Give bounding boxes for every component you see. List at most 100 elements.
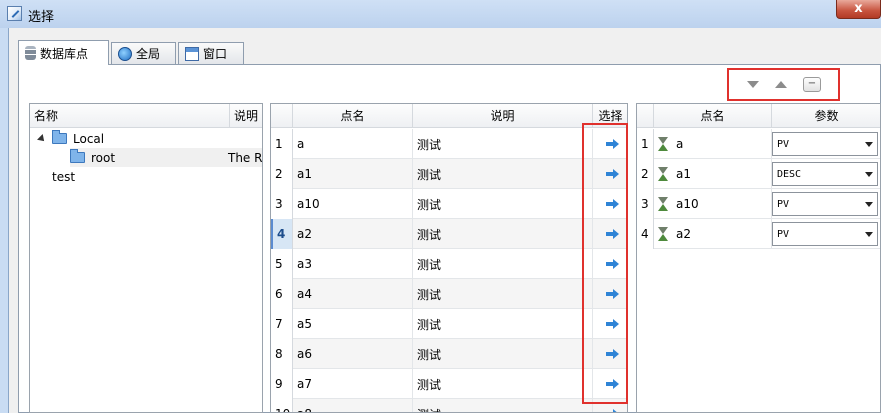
row-number[interactable]: 3 — [271, 189, 293, 219]
row-header-corner — [271, 104, 293, 128]
table-row[interactable]: 2 a1 测试 — [271, 159, 627, 189]
window-title: 选择 — [28, 10, 55, 25]
window-icon — [185, 46, 199, 61]
point-status-icon — [658, 137, 669, 151]
move-up-button[interactable] — [775, 81, 787, 88]
cell-point-name[interactable]: a5 — [293, 309, 413, 339]
table-row[interactable]: 3 a10 测试 — [271, 189, 627, 219]
row-number[interactable]: 1 — [271, 129, 293, 159]
table-row[interactable]: 7 a5 测试 — [271, 309, 627, 339]
table-row[interactable]: 4 a2 测试 — [271, 219, 627, 249]
parameter-select[interactable]: PV — [772, 132, 878, 156]
row-number[interactable]: 10 — [271, 399, 293, 412]
cell-point-name[interactable]: a4 — [293, 279, 413, 309]
table-row[interactable]: 5 a3 测试 — [271, 249, 627, 279]
row-number[interactable]: 2 — [637, 159, 654, 189]
chevron-down-icon[interactable] — [865, 232, 873, 237]
tab-database-points[interactable]: 数据库点 — [18, 40, 109, 65]
expand-arrow-icon[interactable] — [37, 133, 47, 144]
parameter-value: PV — [777, 228, 790, 240]
table-row[interactable]: 9 a7 测试 — [271, 369, 627, 399]
remove-button[interactable]: − — [803, 77, 821, 92]
table-row[interactable]: 1 a 测试 — [271, 129, 627, 159]
point-status-icon — [658, 197, 669, 211]
tree-node-test[interactable]: test — [52, 167, 75, 186]
cell-point-name[interactable]: a6 — [293, 339, 413, 369]
parameter-value: DESC — [777, 168, 802, 180]
row-number[interactable]: 9 — [271, 369, 293, 399]
tree-node-label: root — [91, 150, 116, 165]
table-row[interactable]: 6 a4 测试 — [271, 279, 627, 309]
point-name-label: a10 — [676, 197, 699, 211]
cell-description[interactable]: 测试 — [413, 159, 593, 189]
point-name-label: a1 — [676, 167, 691, 181]
parameter-select[interactable]: PV — [772, 192, 878, 216]
chevron-down-icon[interactable] — [865, 142, 873, 147]
point-status-icon — [658, 167, 669, 181]
app-icon — [7, 6, 22, 21]
cell-point-name[interactable]: a — [654, 129, 772, 159]
table-row[interactable]: 4 a2 PV — [637, 219, 880, 249]
cell-point-name[interactable]: a10 — [293, 189, 413, 219]
add-arrow-icon[interactable] — [606, 409, 620, 412]
cell-point-name[interactable]: a2 — [654, 219, 772, 249]
cell-description[interactable]: 测试 — [413, 279, 593, 309]
point-name-label: a — [676, 137, 684, 151]
row-number[interactable]: 2 — [271, 159, 293, 189]
tree-node-local[interactable]: Local — [37, 129, 104, 148]
table-row[interactable]: 8 a6 测试 — [271, 339, 627, 369]
tree-header-name[interactable]: 名称 — [30, 104, 230, 128]
cell-point-name[interactable]: a1 — [293, 159, 413, 189]
row-number[interactable]: 7 — [271, 309, 293, 339]
cell-point-name[interactable]: a1 — [654, 159, 772, 189]
row-number[interactable]: 5 — [271, 249, 293, 279]
tree-node-label: test — [52, 169, 76, 184]
column-header-point-name[interactable]: 点名 — [293, 104, 413, 128]
cell-point-name[interactable]: a7 — [293, 369, 413, 399]
tab-global[interactable]: 全局 — [111, 42, 176, 64]
title-bar: 选择 x — [0, 0, 881, 28]
table-row[interactable]: 10a8测试 — [271, 399, 627, 412]
cell-point-name[interactable]: a8 — [293, 399, 413, 412]
cell-point-name[interactable]: a3 — [293, 249, 413, 279]
row-number[interactable]: 8 — [271, 339, 293, 369]
cell-description[interactable]: 测试 — [413, 129, 593, 159]
points-grid: 点名 说明 选择 1 a 测试 2 a1 测试 3 a10 测试 4 a2 测试 5 a3 测试 6 a4 测试 7… — [270, 103, 628, 413]
cell-description[interactable]: 测试 — [413, 369, 593, 399]
database-icon — [25, 46, 36, 60]
column-header-parameter[interactable]: 参数 — [772, 104, 880, 128]
move-down-button[interactable] — [747, 81, 759, 88]
row-number[interactable]: 4 — [271, 219, 293, 249]
cell-description[interactable]: 测试 — [413, 339, 593, 369]
tree-node-desc: The R — [228, 150, 263, 165]
row-number[interactable]: 3 — [637, 189, 654, 219]
cell-description[interactable]: 测试 — [413, 219, 593, 249]
table-row[interactable]: 3 a10 PV — [637, 189, 880, 219]
parameter-value: PV — [777, 138, 790, 150]
row-number[interactable]: 4 — [637, 219, 654, 249]
tab-window[interactable]: 窗口 — [178, 42, 244, 64]
column-header-description[interactable]: 说明 — [413, 104, 593, 128]
select-column-highlight — [582, 123, 628, 404]
table-row[interactable]: 2 a1 DESC — [637, 159, 880, 189]
cell-point-name[interactable]: a10 — [654, 189, 772, 219]
chevron-down-icon[interactable] — [865, 202, 873, 207]
table-row[interactable]: 1 a PV — [637, 129, 880, 159]
cell-point-name[interactable]: a2 — [293, 219, 413, 249]
parameter-select[interactable]: PV — [772, 222, 878, 246]
cell-point-name[interactable]: a — [293, 129, 413, 159]
cell-description[interactable]: 测试 — [413, 399, 593, 412]
close-button[interactable]: x — [836, 0, 881, 19]
cell-description[interactable]: 测试 — [413, 249, 593, 279]
selected-points-grid: 点名 参数 1 a PV 2 a1 DESC 3 a10 PV 4 a2 PV — [636, 103, 881, 413]
chevron-down-icon[interactable] — [865, 172, 873, 177]
tree-header-desc[interactable]: 说明 — [230, 104, 262, 128]
row-number[interactable]: 6 — [271, 279, 293, 309]
parameter-select[interactable]: DESC — [772, 162, 878, 186]
cell-description[interactable]: 测试 — [413, 189, 593, 219]
tree-node-root[interactable]: root The R — [70, 148, 263, 167]
row-number[interactable]: 1 — [637, 129, 654, 159]
cell-description[interactable]: 测试 — [413, 309, 593, 339]
globe-icon — [118, 46, 132, 61]
column-header-point-name[interactable]: 点名 — [654, 104, 772, 128]
